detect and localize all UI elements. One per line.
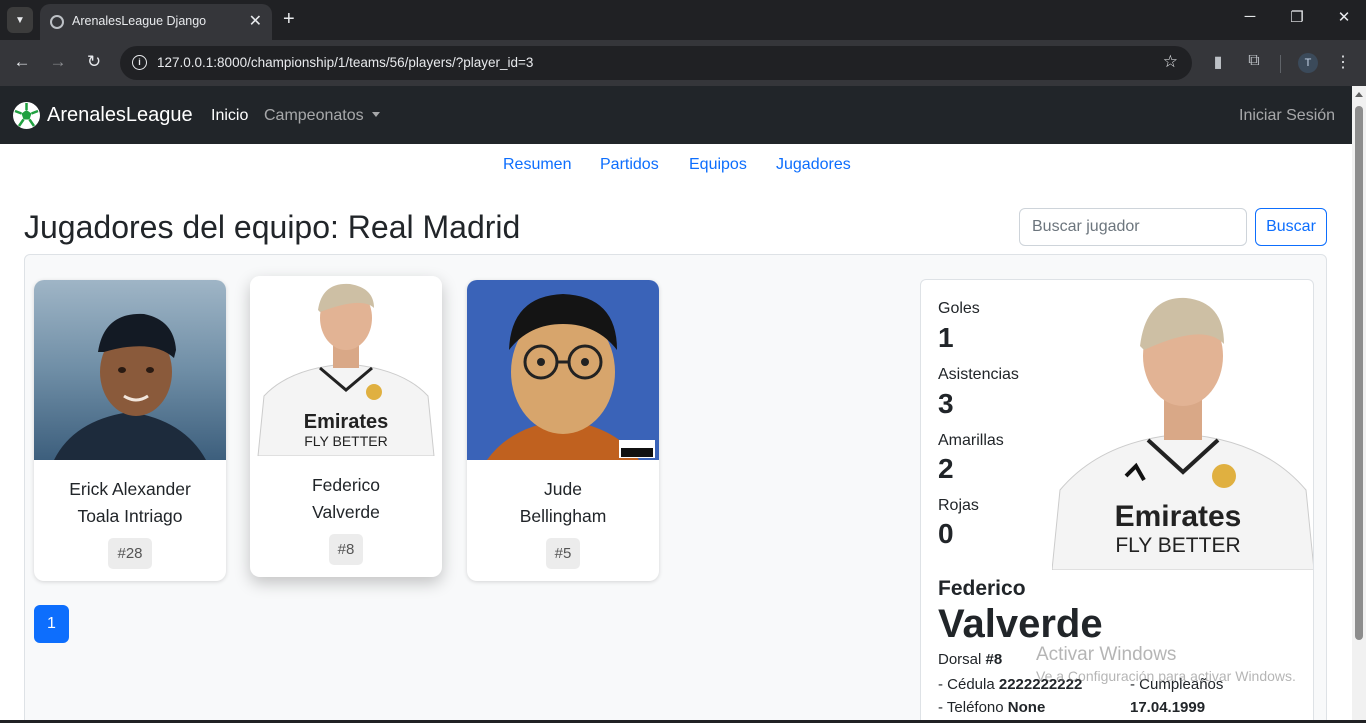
- subnav-partidos[interactable]: Partidos: [600, 156, 659, 174]
- nav-dropdown-campeonatos[interactable]: Campeonatos: [264, 107, 380, 125]
- telefono-label: - Teléfono: [938, 699, 1004, 716]
- detail-first-name: Federico: [938, 577, 1026, 600]
- soccer-ball-icon: [13, 102, 40, 129]
- stat-label-asistencias: Asistencias: [938, 366, 1019, 383]
- player-number-badge: #28: [108, 538, 152, 569]
- search-input[interactable]: [1019, 208, 1247, 246]
- menu-kebab-icon[interactable]: ⋮: [1333, 52, 1353, 72]
- player-photo: [467, 280, 659, 460]
- subnav-equipos[interactable]: Equipos: [689, 156, 747, 174]
- player-first-name: Erick Alexander: [69, 479, 191, 499]
- dorsal-info: Dorsal #8: [938, 651, 1002, 668]
- stat-value-amarillas: 2: [938, 453, 954, 484]
- player-name: Erick Alexander Toala Intriago: [34, 476, 226, 530]
- player-photo: [34, 280, 226, 460]
- scrollbar-thumb[interactable]: [1355, 106, 1363, 640]
- reload-icon[interactable]: ↻: [84, 52, 104, 72]
- login-link[interactable]: Iniciar Sesión: [1239, 107, 1335, 125]
- player-card-selected[interactable]: Emirates FLY BETTER Federico Valverde #8: [250, 276, 442, 577]
- svg-text:FLY BETTER: FLY BETTER: [1115, 534, 1240, 557]
- toolbar-divider: [1280, 55, 1281, 73]
- player-card[interactable]: Erick Alexander Toala Intriago #28: [34, 280, 226, 581]
- tab-title: ArenalesLeague Django: [72, 14, 207, 28]
- cedula-label: - Cédula: [938, 676, 995, 693]
- player-name: Federico Valverde: [250, 472, 442, 526]
- bookmark-star-icon[interactable]: ☆: [1163, 52, 1178, 72]
- back-icon[interactable]: ←: [12, 52, 32, 72]
- windows-activation-title: Activar Windows: [1036, 644, 1177, 665]
- player-first-name: Federico: [311, 475, 381, 495]
- profile-avatar[interactable]: T: [1298, 53, 1318, 73]
- brand-name[interactable]: ArenalesLeague: [47, 104, 193, 127]
- extension-doc-icon[interactable]: ▮: [1208, 52, 1228, 72]
- player-detail-photo: Emirates FLY BETTER: [1052, 290, 1313, 570]
- stat-value-asistencias: 3: [938, 388, 954, 419]
- close-window-icon[interactable]: ✕: [1334, 8, 1354, 26]
- subnav-resumen[interactable]: Resumen: [503, 156, 571, 174]
- svg-text:Emirates: Emirates: [304, 411, 389, 433]
- new-tab-icon[interactable]: +: [283, 8, 295, 31]
- cumpleanos-value: 17.04.1999: [1130, 699, 1205, 716]
- windows-activation-text: Ve a Configuración para activar Windows.: [1036, 668, 1296, 684]
- svg-text:FLY BETTER: FLY BETTER: [304, 433, 388, 449]
- player-last-name: Toala Intriago: [77, 506, 183, 526]
- player-first-name: Jude: [544, 479, 582, 499]
- restore-icon[interactable]: ❐: [1287, 8, 1307, 26]
- player-last-name: Bellingham: [519, 506, 607, 526]
- search-button[interactable]: Buscar: [1255, 208, 1327, 246]
- player-name: Jude Bellingham: [467, 476, 659, 530]
- browser-tabstrip: ▼ ArenalesLeague Django ✕ + ─ ❐ ✕: [0, 0, 1366, 40]
- browser-tab[interactable]: ArenalesLeague Django ✕: [40, 4, 272, 40]
- detail-last-name: Valverde: [938, 602, 1103, 646]
- forward-icon[interactable]: →: [48, 52, 68, 72]
- dorsal-value: #8: [985, 651, 1003, 668]
- svg-text:Emirates: Emirates: [1115, 500, 1242, 533]
- dorsal-label: Dorsal: [938, 651, 982, 668]
- stat-label-rojas: Rojas: [938, 497, 979, 514]
- stat-value-goles: 1: [938, 322, 954, 353]
- minimize-icon[interactable]: ─: [1240, 8, 1260, 25]
- player-last-name: Valverde: [312, 502, 380, 522]
- nav-link-inicio[interactable]: Inicio: [211, 107, 248, 125]
- page-scrollbar[interactable]: [1352, 86, 1366, 723]
- extensions-puzzle-icon[interactable]: ⧉: [1244, 52, 1264, 70]
- player-number-badge: #5: [545, 538, 581, 569]
- pagination-page-1[interactable]: 1: [34, 605, 69, 643]
- page-title: Jugadores del equipo: Real Madrid: [24, 209, 521, 245]
- player-card[interactable]: Jude Bellingham #5: [467, 280, 659, 581]
- tab-search-chevron-icon[interactable]: ▼: [7, 7, 33, 33]
- stat-label-goles: Goles: [938, 300, 980, 317]
- site-info-icon[interactable]: i: [132, 55, 147, 70]
- cumpleanos-date: 17.04.1999: [1130, 699, 1206, 716]
- player-number-badge: #8: [328, 534, 364, 565]
- subnav-jugadores[interactable]: Jugadores: [776, 156, 851, 174]
- caret-down-icon: [371, 112, 380, 117]
- player-photo: Emirates FLY BETTER: [250, 276, 442, 456]
- address-bar[interactable]: i 127.0.0.1:8000/championship/1/teams/56…: [120, 46, 1192, 80]
- close-tab-icon[interactable]: ✕: [249, 11, 262, 31]
- nav-dropdown-label: Campeonatos: [264, 107, 364, 124]
- site-navbar: ArenalesLeague Inicio Campeonatos Inicia…: [0, 86, 1352, 144]
- browser-toolbar: ← → ↻ i 127.0.0.1:8000/championship/1/te…: [0, 40, 1366, 86]
- url-text[interactable]: 127.0.0.1:8000/championship/1/teams/56/p…: [157, 55, 533, 70]
- telefono-value: None: [1007, 699, 1046, 716]
- stat-value-rojas: 0: [938, 518, 954, 549]
- globe-icon: [50, 15, 64, 29]
- telefono-info: - Teléfono None: [938, 699, 1045, 716]
- stat-label-amarillas: Amarillas: [938, 432, 1004, 449]
- scroll-up-icon[interactable]: [1355, 92, 1363, 97]
